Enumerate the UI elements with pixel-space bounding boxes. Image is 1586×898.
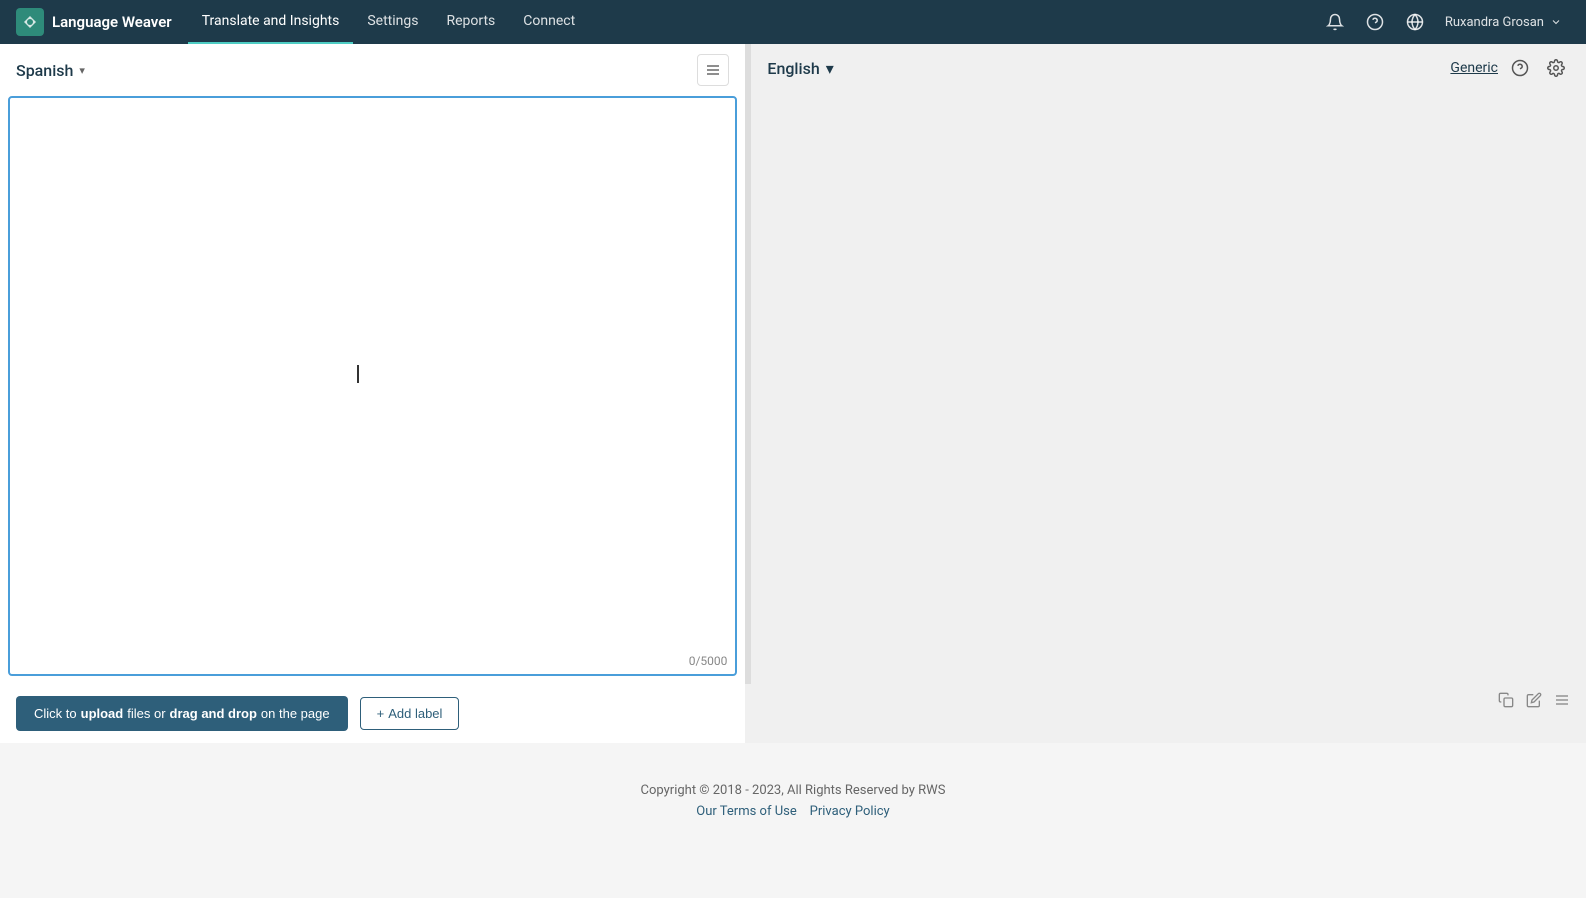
upload-bold-1: upload [81,706,124,721]
upload-text-1: Click to [34,706,77,721]
target-panel: English ▾ Generic [751,44,1586,684]
edit-icon[interactable] [1526,692,1542,712]
brand-icon [16,8,44,36]
source-language-label: Spanish [16,61,73,80]
generic-label[interactable]: Generic [1450,60,1498,76]
target-language-selector[interactable]: English ▾ [767,59,833,78]
target-help-icon[interactable] [1506,54,1534,82]
main-content: Spanish ▾ 0/5000 [0,44,1586,743]
footer-copyright: Copyright © 2018 - 2023, All Rights Rese… [16,783,1570,798]
target-panel-header: English ▾ Generic [751,44,1586,92]
source-language-chevron: ▾ [79,64,85,77]
add-label-text: Add label [388,706,442,721]
navbar: Language Weaver Translate and Insights S… [0,0,1586,44]
user-menu-button[interactable]: Ruxandra Grosan [1437,4,1570,40]
terms-link[interactable]: Our Terms of Use [696,804,796,819]
bottom-actions: Click to upload files or drag and drop o… [0,684,745,743]
upload-bold-2: drag and drop [170,706,257,721]
char-count: 0/5000 [689,654,728,668]
nav-item-translate[interactable]: Translate and Insights [188,0,354,44]
upload-text-2: files or [127,706,165,721]
upload-text-3: on the page [261,706,330,721]
target-output-area [759,92,1578,676]
left-bottom: Click to upload files or drag and drop o… [0,684,745,743]
help-button[interactable] [1357,4,1393,40]
copy-icon[interactable] [1498,692,1514,712]
right-bottom-icons [745,684,1586,720]
upload-button[interactable]: Click to upload files or drag and drop o… [16,696,348,731]
source-panel-header: Spanish ▾ [0,44,745,96]
add-label-button[interactable]: + Add label [360,697,460,730]
right-bottom [745,684,1586,743]
add-label-plus: + [377,706,385,721]
source-language-selector[interactable]: Spanish ▾ [16,61,85,80]
footer: Copyright © 2018 - 2023, All Rights Rese… [0,743,1586,839]
brand-name: Language Weaver [52,13,172,31]
target-language-chevron: ▾ [826,59,834,78]
navbar-right: Ruxandra Grosan [1317,4,1570,40]
source-textarea[interactable] [10,98,735,674]
source-text-area: 0/5000 [8,96,737,676]
username: Ruxandra Grosan [1445,15,1544,30]
menu-icon[interactable] [1554,692,1570,712]
language-switch-button[interactable] [697,54,729,86]
nav-item-reports[interactable]: Reports [432,0,509,44]
user-globe-button[interactable] [1397,4,1433,40]
translation-area: Spanish ▾ 0/5000 [0,44,1586,684]
privacy-link[interactable]: Privacy Policy [810,804,890,819]
brand-logo[interactable]: Language Weaver [16,8,172,36]
nav-item-connect[interactable]: Connect [509,0,589,44]
notification-button[interactable] [1317,4,1353,40]
nav-item-settings[interactable]: Settings [353,0,432,44]
source-panel: Spanish ▾ 0/5000 [0,44,745,684]
bottom-row: Click to upload files or drag and drop o… [0,684,1586,743]
target-language-label: English [767,59,819,78]
target-settings-icon[interactable] [1542,54,1570,82]
